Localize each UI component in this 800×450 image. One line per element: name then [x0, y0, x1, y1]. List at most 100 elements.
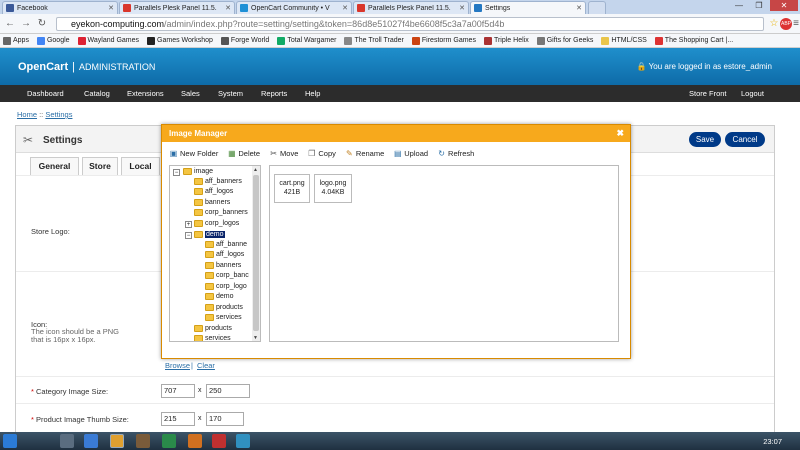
- tree-node[interactable]: aff_banners: [194, 178, 242, 185]
- tree-node[interactable]: products: [205, 304, 243, 311]
- delete-button[interactable]: ▦ Delete: [227, 149, 260, 158]
- app-icon[interactable]: [136, 434, 150, 448]
- minimize-icon[interactable]: —: [730, 0, 748, 11]
- tab-general[interactable]: General: [30, 157, 79, 175]
- cancel-button[interactable]: Cancel: [725, 132, 765, 147]
- bookmark-firestorm-games[interactable]: Firestorm Games: [411, 36, 476, 45]
- upload-button[interactable]: ▤ Upload: [393, 149, 428, 158]
- copy-button[interactable]: ❐ Copy: [307, 149, 336, 158]
- category-width-input[interactable]: 707: [161, 384, 195, 398]
- icon-browse-link[interactable]: Browse: [165, 361, 190, 370]
- icon-clear-link[interactable]: Clear: [197, 361, 215, 370]
- breadcrumb-settings[interactable]: Settings: [45, 110, 72, 119]
- maximize-icon[interactable]: ❐: [750, 0, 768, 11]
- tab-opencart-community[interactable]: OpenCart Community • V ✕: [236, 1, 352, 14]
- star-icon[interactable]: ☆: [768, 18, 780, 30]
- tree-node[interactable]: services: [194, 335, 231, 341]
- close-icon[interactable]: ✕: [576, 4, 582, 12]
- new-tab-button[interactable]: [588, 1, 606, 14]
- bookmark-games-workshop[interactable]: Games Workshop: [147, 36, 213, 45]
- bookmark-total-wargamer[interactable]: Total Wargamer: [277, 36, 336, 45]
- tree-node[interactable]: demo: [205, 293, 234, 300]
- tree-node[interactable]: corp_logo: [205, 283, 247, 290]
- bookmark-apps[interactable]: Apps: [3, 36, 29, 45]
- menu-reports[interactable]: Reports: [261, 89, 287, 98]
- collapse-icon[interactable]: −: [173, 169, 180, 176]
- menu-icon[interactable]: ≡: [792, 18, 800, 30]
- ie-icon[interactable]: [84, 434, 98, 448]
- bookmark-wayland-games[interactable]: Wayland Games: [77, 36, 139, 45]
- adblock-icon[interactable]: ABP: [780, 18, 792, 30]
- tab-plesk-1[interactable]: Parallels Plesk Panel 11.5. ✕: [119, 1, 235, 14]
- menu-sales[interactable]: Sales: [181, 89, 200, 98]
- tree-node[interactable]: banners: [194, 199, 230, 206]
- save-button[interactable]: Save: [689, 132, 721, 147]
- bookmark-gifts-for-geeks[interactable]: Gifts for Geeks: [536, 36, 593, 45]
- bookmark-triple-helix[interactable]: Triple Helix: [483, 36, 529, 45]
- app-icon[interactable]: [212, 434, 226, 448]
- opencart-icon: [240, 4, 248, 12]
- scroll-down-icon[interactable]: ▼: [253, 335, 258, 341]
- menu-dashboard[interactable]: Dashboard: [27, 89, 64, 98]
- app-icon[interactable]: [188, 434, 202, 448]
- bookmark-html-css[interactable]: HTML/CSS: [601, 36, 647, 45]
- menu-store-front[interactable]: Store Front: [689, 89, 727, 98]
- close-icon[interactable]: ✖: [616, 125, 624, 142]
- tab-facebook[interactable]: Facebook ✕: [2, 1, 118, 14]
- file-item[interactable]: logo.png 4.04KB: [314, 174, 352, 203]
- app-icon[interactable]: [236, 434, 250, 448]
- menu-catalog[interactable]: Catalog: [84, 89, 110, 98]
- bookmark-google[interactable]: Google: [36, 36, 70, 45]
- tab-local[interactable]: Local: [121, 157, 160, 175]
- tree-node[interactable]: corp_banc: [205, 272, 249, 279]
- reload-icon[interactable]: ↻: [36, 18, 48, 30]
- tree-node-image[interactable]: image: [183, 168, 213, 175]
- menu-extensions[interactable]: Extensions: [127, 89, 164, 98]
- close-icon[interactable]: ✕: [108, 4, 114, 12]
- close-icon[interactable]: ✕: [459, 4, 465, 12]
- breadcrumb-home[interactable]: Home: [17, 110, 37, 119]
- tree-node-demo-selected[interactable]: demo: [194, 231, 225, 238]
- start-button-icon[interactable]: [3, 434, 17, 448]
- refresh-button[interactable]: ↻ Refresh: [437, 149, 474, 158]
- new-folder-button[interactable]: ▣ New Folder: [169, 149, 219, 158]
- back-icon[interactable]: ←: [4, 18, 16, 30]
- collapse-icon[interactable]: −: [185, 232, 192, 239]
- tree-node[interactable]: products: [194, 325, 232, 332]
- thumb-width-input[interactable]: 215: [161, 412, 195, 426]
- tree-node[interactable]: corp_logos: [194, 220, 239, 227]
- menu-system[interactable]: System: [218, 89, 243, 98]
- url-input[interactable]: eyekon-computing.com/admin/index.php?rou…: [56, 17, 764, 31]
- app-icon[interactable]: [162, 434, 176, 448]
- close-icon[interactable]: ✕: [225, 4, 231, 12]
- bookmark-forge-world[interactable]: Forge World: [220, 36, 269, 45]
- move-button[interactable]: ✂ Move: [269, 149, 298, 158]
- brand[interactable]: OpenCart | ADMINISTRATION: [18, 61, 155, 73]
- file-item[interactable]: cart.png 421B: [274, 174, 310, 203]
- bookmark-troll-trader[interactable]: The Troll Trader: [344, 36, 404, 45]
- thumb-height-input[interactable]: 170: [206, 412, 244, 426]
- tree-node[interactable]: banners: [205, 262, 241, 269]
- tab-settings[interactable]: Settings ✕: [470, 1, 586, 14]
- category-height-input[interactable]: 250: [206, 384, 250, 398]
- scroll-up-icon[interactable]: ▲: [253, 167, 258, 173]
- window-close-icon[interactable]: ✕: [770, 0, 798, 11]
- tree-node[interactable]: corp_banners: [194, 209, 248, 216]
- explorer-icon[interactable]: [60, 434, 74, 448]
- bookmark-shopping-cart[interactable]: The Shopping Cart |...: [654, 36, 733, 45]
- tree-node[interactable]: aff_logos: [194, 188, 233, 195]
- tree-node[interactable]: aff_logos: [205, 251, 244, 258]
- close-icon[interactable]: ✕: [342, 4, 348, 12]
- chrome-icon[interactable]: [110, 434, 124, 448]
- menu-help[interactable]: Help: [305, 89, 320, 98]
- tree-node[interactable]: services: [205, 314, 242, 321]
- tree-scrollbar[interactable]: ▲ ▼: [252, 165, 261, 342]
- tree-node[interactable]: aff_banne: [205, 241, 247, 248]
- forward-icon[interactable]: →: [20, 18, 32, 30]
- tab-store[interactable]: Store: [82, 157, 118, 175]
- tab-plesk-2[interactable]: Parallels Plesk Panel 11.5. ✕: [353, 1, 469, 14]
- menu-logout[interactable]: Logout: [741, 89, 764, 98]
- expand-icon[interactable]: +: [185, 221, 192, 228]
- scrollbar-thumb[interactable]: [253, 175, 259, 331]
- rename-button[interactable]: ✎ Rename: [345, 149, 384, 158]
